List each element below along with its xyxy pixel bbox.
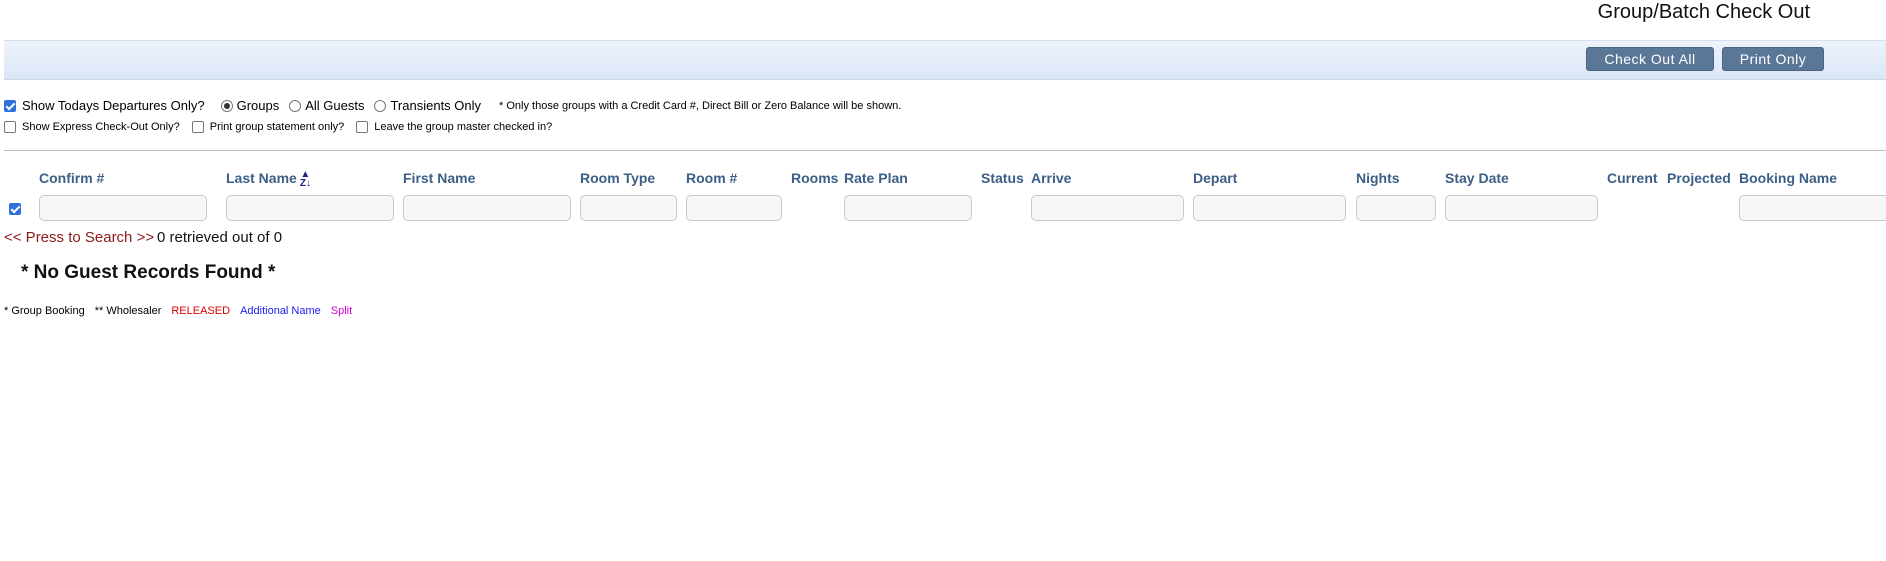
- legend-released: RELEASED: [171, 305, 231, 317]
- column-header-status[interactable]: Status: [981, 170, 1024, 186]
- retrieved-count: 0 retrieved out of 0: [157, 229, 283, 246]
- legend: * Group Booking ** Wholesaler RELEASED A…: [4, 305, 362, 317]
- todays-departures-label: Show Todays Departures Only?: [22, 98, 205, 113]
- first-name-filter-input[interactable]: [403, 195, 571, 221]
- express-checkout-checkbox[interactable]: [4, 121, 16, 133]
- print-statement-label: Print group statement only?: [209, 121, 345, 133]
- all-guests-radio-label: All Guests: [305, 98, 365, 113]
- column-header-last-name-label: Last Name: [226, 170, 297, 186]
- sort-az-icon[interactable]: ▲ Z↓: [300, 170, 311, 189]
- column-header-last-name[interactable]: Last Name ▲ Z↓: [226, 170, 311, 189]
- transients-only-radio-label: Transients Only: [390, 98, 482, 113]
- groups-radio[interactable]: [220, 99, 233, 112]
- confirm-filter-input[interactable]: [39, 195, 207, 221]
- legend-split: Split: [330, 305, 353, 317]
- todays-departures-checkbox[interactable]: [4, 99, 16, 112]
- leave-master-checkbox[interactable]: [356, 121, 369, 133]
- column-header-stay-date[interactable]: Stay Date: [1445, 170, 1509, 186]
- booking-name-filter-input[interactable]: [1739, 195, 1886, 221]
- column-header-rooms[interactable]: Rooms: [791, 170, 838, 186]
- depart-filter-input[interactable]: [1193, 195, 1346, 221]
- express-checkout-label: Show Express Check-Out Only?: [22, 121, 180, 133]
- column-header-confirm[interactable]: Confirm #: [39, 170, 104, 186]
- column-header-first-name[interactable]: First Name: [403, 170, 475, 186]
- credit-card-note: * Only those groups with a Credit Card #…: [499, 99, 902, 112]
- transients-only-radio[interactable]: [374, 99, 387, 112]
- column-header-room-number[interactable]: Room #: [686, 170, 737, 186]
- legend-group-booking: * Group Booking: [4, 305, 85, 317]
- nights-filter-input[interactable]: [1356, 195, 1436, 221]
- arrive-filter-input[interactable]: [1031, 195, 1184, 221]
- column-header-current[interactable]: Current: [1607, 170, 1658, 186]
- all-guests-radio[interactable]: [289, 99, 302, 112]
- rate-plan-filter-input[interactable]: [844, 195, 972, 221]
- section-divider: [4, 150, 1886, 151]
- page-title: Group/Batch Check Out: [1597, 1, 1810, 23]
- column-header-room-type[interactable]: Room Type: [580, 170, 655, 186]
- select-all-checkbox[interactable]: [9, 203, 21, 215]
- press-to-search-link[interactable]: << Press to Search >>: [4, 229, 154, 246]
- column-header-arrive[interactable]: Arrive: [1031, 170, 1071, 186]
- column-header-rate-plan[interactable]: Rate Plan: [844, 170, 908, 186]
- filter-options-row-2: Show Express Check-Out Only? Print group…: [4, 121, 552, 133]
- room-number-filter-input[interactable]: [686, 195, 782, 221]
- column-header-depart[interactable]: Depart: [1193, 170, 1237, 186]
- filter-options-row-1: Show Todays Departures Only? Groups All …: [4, 98, 901, 113]
- print-statement-checkbox[interactable]: [191, 121, 204, 133]
- check-out-all-button[interactable]: Check Out All: [1586, 47, 1714, 71]
- action-toolbar: Check Out All Print Only: [4, 40, 1886, 80]
- column-header-projected[interactable]: Projected: [1667, 170, 1731, 186]
- no-records-message: * No Guest Records Found *: [21, 262, 276, 283]
- legend-wholesaler: ** Wholesaler: [94, 305, 162, 317]
- legend-additional-name: Additional Name: [240, 305, 321, 317]
- last-name-filter-input[interactable]: [226, 195, 394, 221]
- column-header-booking-name[interactable]: Booking Name: [1739, 170, 1837, 186]
- groups-radio-label: Groups: [236, 98, 280, 113]
- room-type-filter-input[interactable]: [580, 195, 677, 221]
- leave-master-label: Leave the group master checked in?: [374, 121, 553, 133]
- stay-date-filter-input[interactable]: [1445, 195, 1598, 221]
- column-header-nights[interactable]: Nights: [1356, 170, 1400, 186]
- print-only-button[interactable]: Print Only: [1722, 47, 1824, 71]
